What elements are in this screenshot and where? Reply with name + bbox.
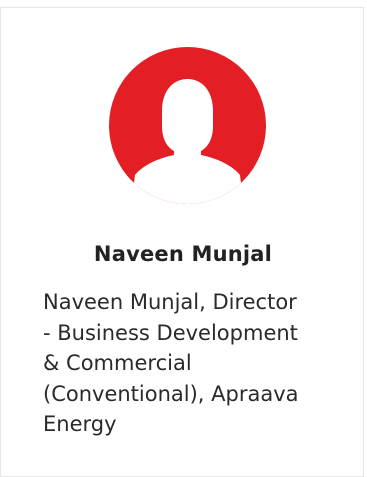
bio-line: Energy <box>43 412 117 436</box>
person-name: Naveen Munjal <box>93 242 273 266</box>
bio-line: (Conventional), Apraava <box>43 381 299 406</box>
user-silhouette-icon <box>109 47 266 204</box>
person-bio: Naveen Munjal, Director - Business Devel… <box>43 287 343 440</box>
bio-line: - Business Development <box>43 320 298 345</box>
bio-line: & Commercial <box>43 351 192 375</box>
profile-card: Naveen Munjal Naveen Munjal, Director - … <box>0 7 364 477</box>
bio-line: Naveen Munjal, Director <box>43 290 297 314</box>
avatar <box>109 47 266 204</box>
